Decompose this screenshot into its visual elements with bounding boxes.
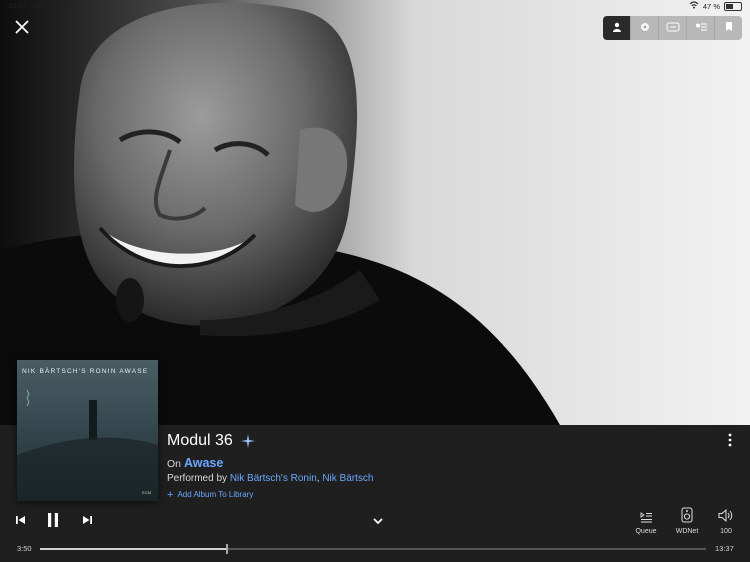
speaker-device-icon: [681, 507, 693, 528]
more-options-button[interactable]: [726, 432, 734, 448]
plus-icon: +: [167, 488, 174, 501]
track-title: Modul 36: [167, 432, 233, 449]
skip-previous-icon: [15, 513, 27, 531]
album-cover-label: ECM: [142, 490, 151, 495]
album-cover[interactable]: NIK BÄRTSCH'S RONIN AWASE ECM: [17, 360, 158, 501]
close-button[interactable]: [12, 18, 32, 38]
person-icon: [612, 19, 622, 37]
status-date: søn. 22. des.: [31, 1, 76, 10]
add-album-to-library-label: Add Album To Library: [177, 490, 254, 499]
view-credits-button[interactable]: [686, 16, 714, 40]
output-device-button[interactable]: WDNet: [672, 506, 702, 538]
output-device-label: WDNet: [675, 528, 699, 535]
battery-fill: [726, 3, 733, 9]
battery-percent: 47 %: [702, 1, 720, 11]
pause-icon: [46, 512, 60, 533]
status-time: 18:47: [8, 1, 27, 10]
view-artist-button[interactable]: [603, 16, 630, 40]
status-bar: 18:47 søn. 22. des. 47 %: [0, 0, 750, 12]
album-prefix: On: [167, 458, 182, 470]
queue-button[interactable]: Queue: [632, 508, 660, 538]
performer-prefix: Performed by: [167, 473, 228, 484]
view-lyrics-button[interactable]: [658, 16, 686, 40]
album-link[interactable]: Awase: [184, 456, 223, 470]
elapsed-time: 3:50: [17, 544, 32, 553]
view-info-button[interactable]: [714, 16, 742, 40]
progress-bar[interactable]: [40, 544, 706, 554]
queue-icon: [640, 510, 653, 528]
queue-label: Queue: [635, 528, 657, 535]
volume-icon: [718, 508, 734, 527]
add-album-to-library-button[interactable]: + Add Album To Library: [167, 488, 254, 501]
lyrics-icon: [666, 19, 680, 37]
total-time: 13:37: [715, 544, 734, 553]
battery-icon: [724, 1, 742, 11]
more-vertical-icon: [726, 433, 734, 452]
progress-fill: [40, 548, 228, 550]
album-line: On Awase: [167, 456, 223, 470]
skip-next-icon: [81, 513, 93, 531]
track-title-row: Modul 36: [167, 432, 255, 450]
chevron-down-icon: [373, 512, 383, 530]
volume-button[interactable]: 100: [712, 508, 740, 538]
wifi-icon: [689, 1, 699, 11]
performer-line: Performed by Nik Bärtsch's Ronin, Nik Bä…: [167, 473, 373, 484]
next-button[interactable]: [78, 513, 96, 531]
close-icon: [15, 17, 29, 39]
previous-button[interactable]: [12, 513, 30, 531]
pause-button[interactable]: [42, 511, 64, 533]
progress-handle[interactable]: [226, 544, 229, 554]
info-icon: [724, 19, 734, 37]
album-cover-art: [17, 389, 158, 501]
view-mode-switch: [603, 16, 742, 40]
credits-icon: [694, 19, 708, 37]
performer-link[interactable]: Nik Bärtsch: [322, 473, 373, 484]
view-playing-button[interactable]: [630, 16, 658, 40]
record-icon: [640, 19, 650, 37]
performer-link[interactable]: Nik Bärtsch's Ronin: [230, 473, 317, 484]
sparkle-icon: [240, 434, 255, 448]
volume-level: 100: [720, 528, 732, 535]
collapse-button[interactable]: [369, 513, 387, 529]
